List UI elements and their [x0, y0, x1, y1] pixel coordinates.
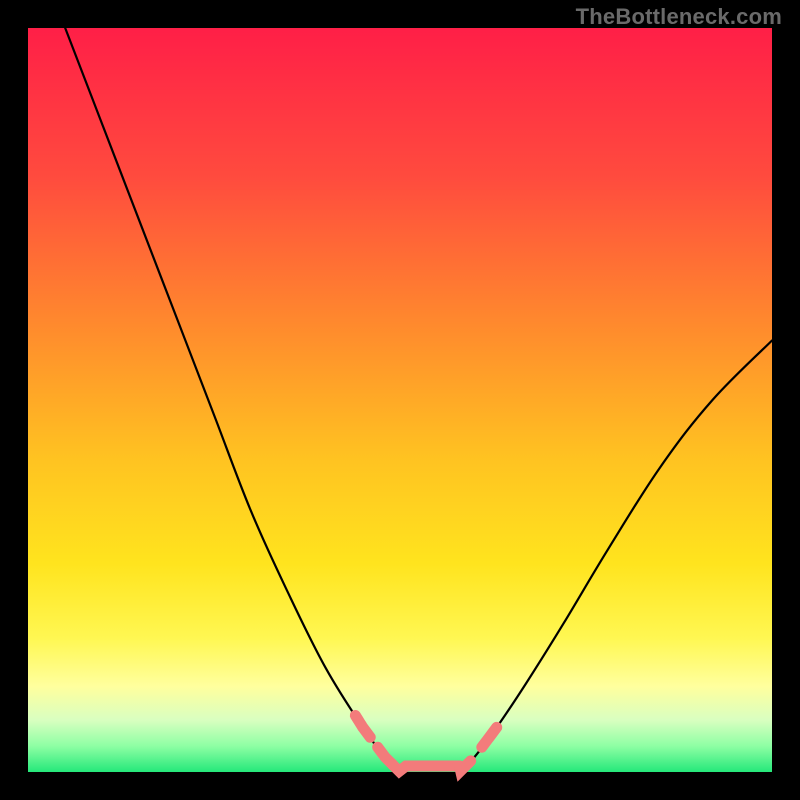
highlight-segment — [393, 765, 460, 772]
watermark-text: TheBottleneck.com — [576, 4, 782, 30]
plot-background — [28, 28, 772, 772]
chart-container: TheBottleneck.com — [0, 0, 800, 800]
bottleneck-curve-chart — [0, 0, 800, 800]
highlight-segment — [460, 761, 471, 771]
